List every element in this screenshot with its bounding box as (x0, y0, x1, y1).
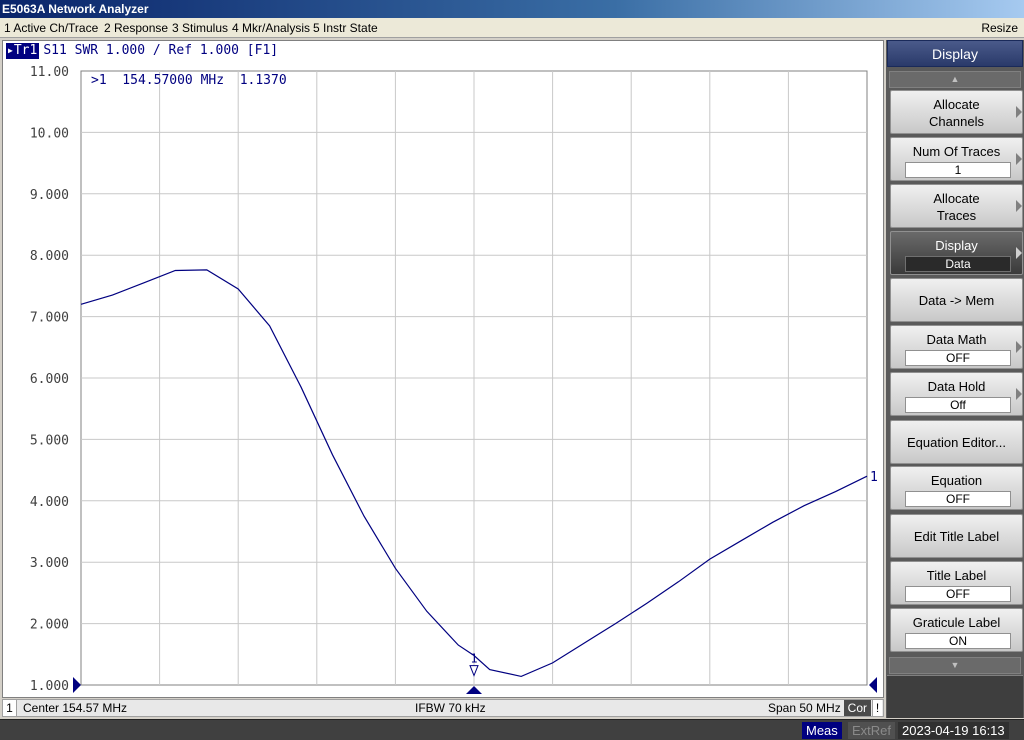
softkey-label: Equation Editor... (906, 435, 1006, 450)
y-tick-label: 11.00 (30, 65, 69, 80)
softkey-label: Data Hold (927, 379, 986, 394)
menu-bar: 1 Active Ch/Trace 2 Response 3 Stimulus … (0, 18, 1024, 38)
y-tick-label: 1.000 (30, 679, 69, 694)
softkey-footer (887, 675, 1023, 718)
extref-indicator: ExtRef (848, 722, 896, 739)
softkey-data-mem[interactable]: Data -> Mem (890, 278, 1023, 322)
softkey-allocate-traces[interactable]: Allocate Traces (890, 184, 1023, 228)
submenu-arrow-icon (1016, 247, 1022, 259)
softkey-title-label[interactable]: Title Label OFF (890, 561, 1023, 605)
channel-number[interactable]: 1 (3, 700, 17, 716)
scroll-up-icon: ▲ (950, 74, 960, 84)
softkey-panel: Display ▲ Allocate Channels Num Of Traces… (886, 40, 1024, 718)
submenu-arrow-icon (1016, 106, 1022, 118)
submenu-arrow-icon (1016, 200, 1022, 212)
softkey-label: Graticule Label (912, 615, 1001, 630)
trace-params: S11 SWR 1.000 / Ref 1.000 [F1] (43, 43, 279, 58)
scroll-down-icon: ▼ (950, 660, 960, 670)
softkey-scroll-up[interactable]: ▲ (889, 71, 1021, 88)
softkey-value: OFF (905, 350, 1011, 366)
softkey-equation[interactable]: Equation OFF (890, 466, 1023, 510)
submenu-arrow-icon (1016, 388, 1022, 400)
ref-level-left-arrow (73, 677, 81, 693)
y-tick-label: 2.000 (30, 618, 69, 633)
menu-active-ch-trace[interactable]: 1 Active Ch/Trace (4, 18, 98, 38)
softkey-value: Off (905, 397, 1011, 413)
softkey-value: OFF (905, 586, 1011, 602)
softkey-num-of-traces[interactable]: Num Of Traces 1 (890, 137, 1023, 181)
y-tick-label: 10.00 (30, 126, 69, 141)
ref-level-right-arrow (869, 677, 877, 693)
softkey-label: Data -> Mem (918, 293, 995, 308)
softkey-allocate-channels[interactable]: Allocate Channels (890, 90, 1023, 134)
softkey-equation-editor[interactable]: Equation Editor... (890, 420, 1023, 464)
y-tick-label: 3.000 (30, 556, 69, 571)
softkey-label: Title Label (926, 568, 987, 583)
alert-flag: ! (872, 700, 882, 716)
span-frequency[interactable]: Span 50 MHz (768, 700, 841, 716)
softkey-label: Data Math (926, 332, 987, 347)
softkey-label: Edit Title Label (913, 529, 1000, 544)
softkey-label: Equation (930, 473, 983, 488)
correction-badge: Cor (843, 700, 871, 716)
submenu-arrow-icon (1016, 341, 1022, 353)
menu-mkr-analysis[interactable]: 4 Mkr/Analysis (232, 18, 310, 38)
softkey-value: OFF (905, 491, 1011, 507)
softkey-label: Allocate Traces (933, 191, 980, 223)
menu-stimulus[interactable]: 3 Stimulus (172, 18, 228, 38)
resize-button[interactable]: Resize (981, 18, 1018, 38)
y-tick-label: 9.000 (30, 188, 69, 203)
menu-instr-state[interactable]: 5 Instr State (313, 18, 378, 38)
y-tick-label: 7.000 (30, 311, 69, 326)
center-frequency[interactable]: Center 154.57 MHz (23, 700, 127, 716)
trace-plot: 1.000 2.000 3.000 4.000 5.000 6.000 7.000 8.000… (30, 65, 878, 694)
y-tick-label: 5.000 (30, 433, 69, 448)
trace-header: Tr1S11 SWR 1.000 / Ref 1.000 [F1] (6, 43, 278, 59)
softkey-value: ON (905, 633, 1011, 649)
softkey-data-math[interactable]: Data Math OFF (890, 325, 1023, 369)
active-marker-stimulus-indicator (466, 686, 482, 694)
softkey-graticule-label[interactable]: Graticule Label ON (890, 608, 1023, 652)
y-tick-label: 6.000 (30, 372, 69, 387)
channel-footer: 1 Center 154.57 MHz IFBW 70 kHz Span 50 … (2, 699, 884, 717)
y-tick-label: 4.000 (30, 495, 69, 510)
softkey-label: Allocate Channels (929, 97, 984, 129)
ifbw[interactable]: IFBW 70 kHz (415, 700, 486, 716)
marker-readout: >1 154.57000 MHz 1.1370 (91, 73, 287, 88)
marker-1-label: 1 (470, 652, 477, 666)
softkey-edit-title-label[interactable]: Edit Title Label (890, 514, 1023, 558)
trace-tag[interactable]: Tr1 (6, 43, 40, 59)
chart-area[interactable]: 1.000 2.000 3.000 4.000 5.000 6.000 7.000 8.000… (2, 40, 884, 698)
menu-response[interactable]: 2 Response (104, 18, 168, 38)
softkey-label: Display (935, 238, 978, 253)
meas-indicator: Meas (802, 722, 842, 739)
softkey-scroll-down[interactable]: ▼ (889, 657, 1021, 674)
softkey-label: Num Of Traces (912, 144, 1001, 159)
softkey-data-hold[interactable]: Data Hold Off (890, 372, 1023, 416)
softkey-display[interactable]: Display Data (890, 231, 1023, 275)
trace-end-label: 1 (870, 470, 878, 485)
datetime: 2023-04-19 16:13 (898, 722, 1009, 739)
softkey-value: 1 (905, 162, 1011, 178)
softkey-title: Display (887, 40, 1023, 67)
submenu-arrow-icon (1016, 153, 1022, 165)
softkey-value: Data (905, 256, 1011, 272)
window-title: E5063A Network Analyzer (0, 0, 1024, 18)
y-tick-label: 8.000 (30, 249, 69, 264)
status-bar: Meas ExtRef 2023-04-19 16:13 (0, 719, 1024, 740)
